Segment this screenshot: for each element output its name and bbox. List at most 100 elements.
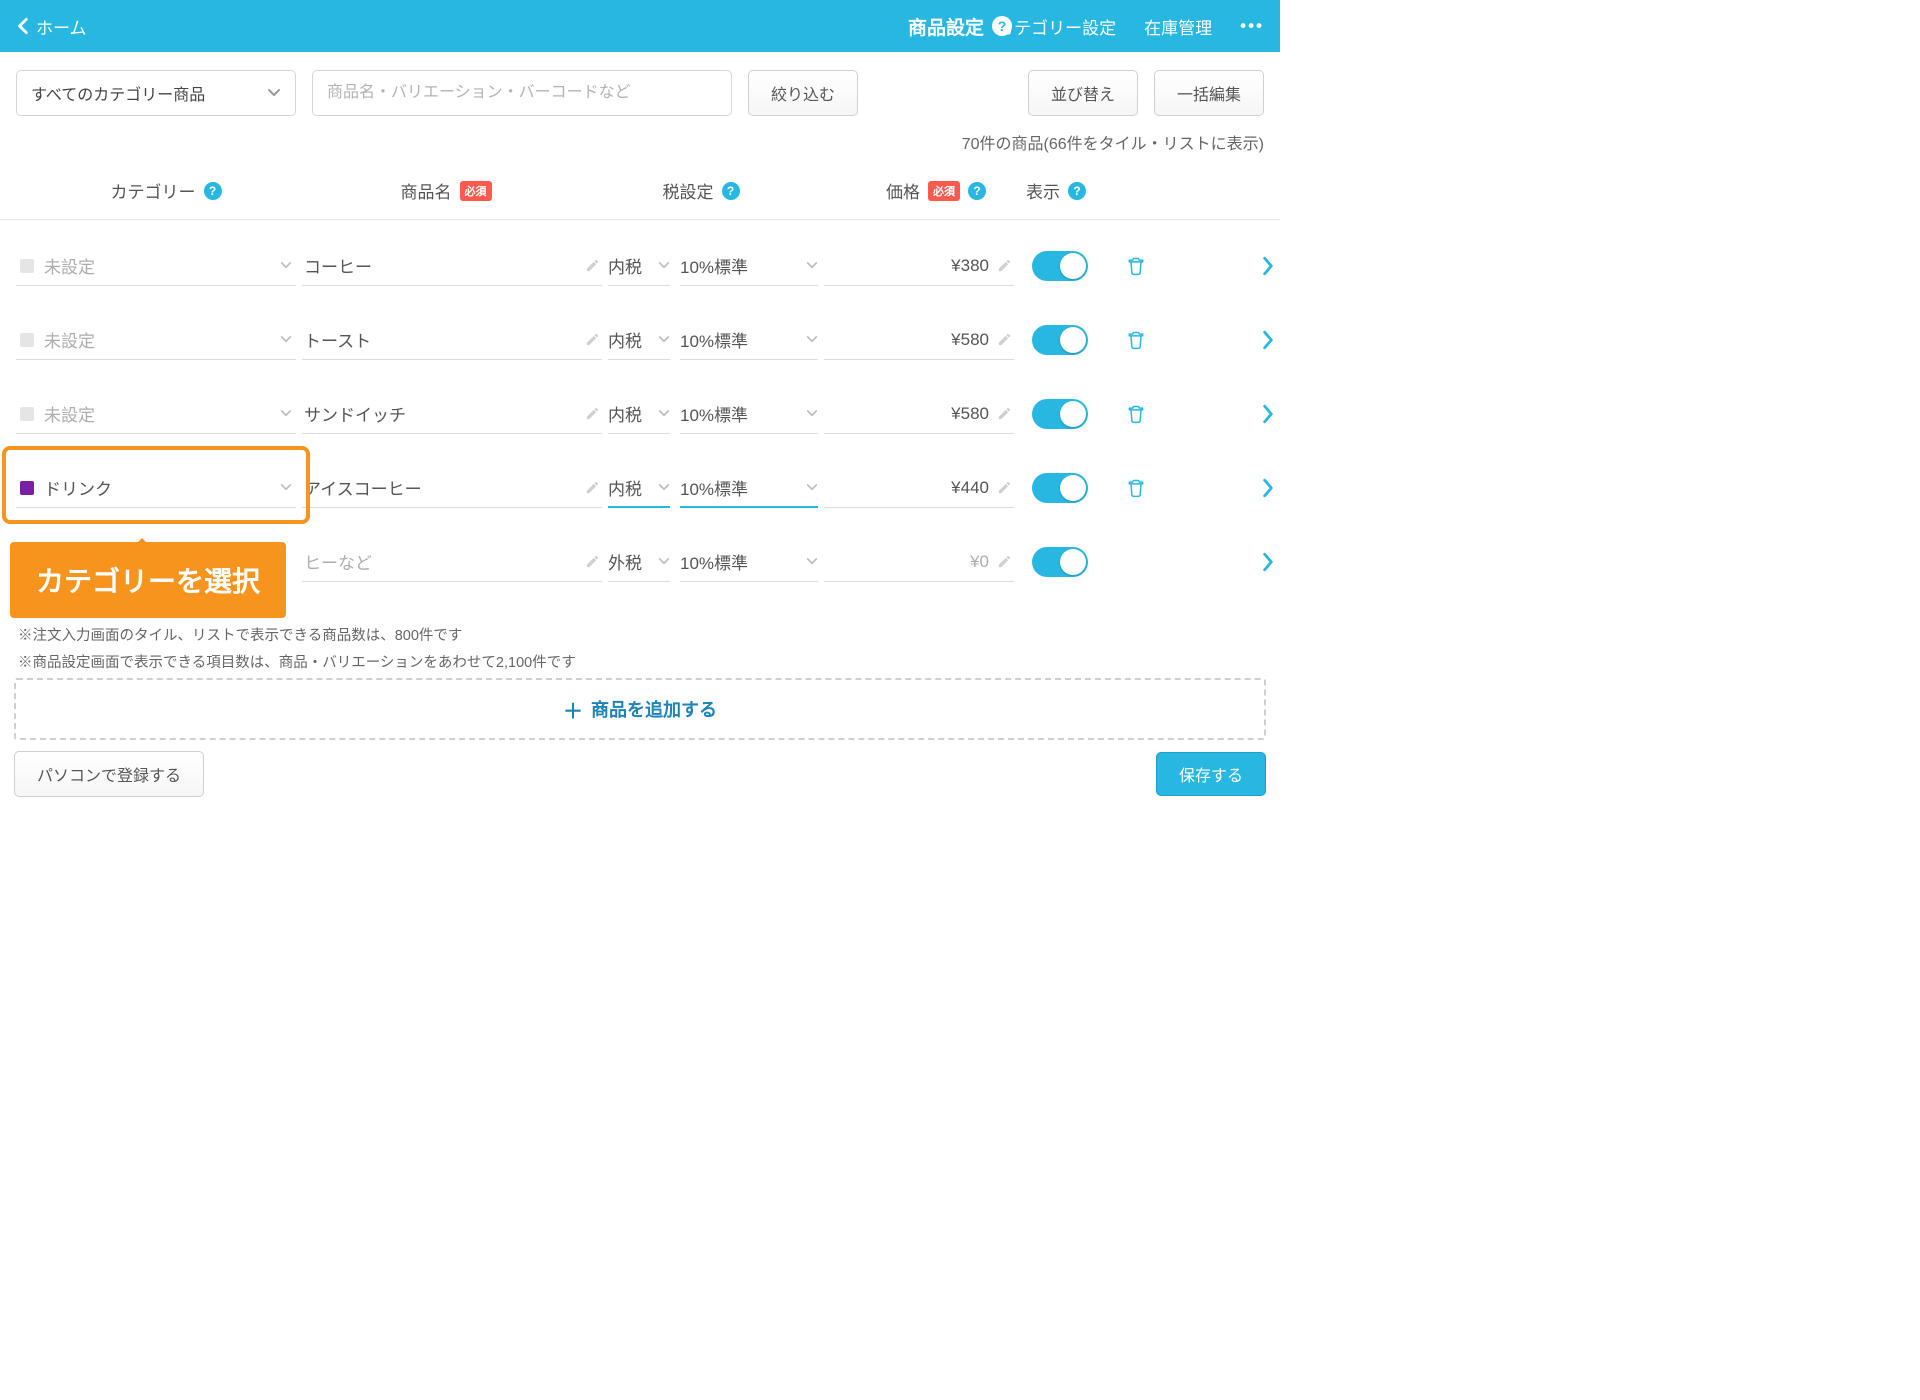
required-badge: 必須: [460, 181, 492, 201]
display-toggle[interactable]: [1032, 547, 1088, 577]
tax-type-select[interactable]: 内税: [608, 468, 670, 508]
chevron-down-icon: [658, 335, 670, 344]
note-line: ※商品設定画面で表示できる項目数は、商品・バリエーションをあわせて2,100件で…: [18, 650, 658, 677]
chevron-right-icon[interactable]: [1258, 478, 1278, 498]
display-toggle[interactable]: [1032, 251, 1088, 281]
tax-rate-select[interactable]: 10%標準: [680, 246, 818, 286]
display-toggle[interactable]: [1032, 325, 1088, 355]
table-row: 未設定コーヒー 内税10%標準¥380: [0, 220, 1280, 294]
category-select[interactable]: 未設定: [16, 394, 296, 434]
callout-tooltip: カテゴリーを選択: [10, 542, 286, 618]
table-row: 未設定 トースト 内税10%標準¥580: [0, 294, 1280, 368]
price-field[interactable]: ¥0: [824, 542, 1014, 582]
bottom-bar: パソコンで登録する 保存する: [0, 733, 1280, 813]
col-name: 商品名 必須: [296, 178, 596, 203]
tax-rate-select[interactable]: 10%標準: [680, 468, 818, 508]
product-name-field[interactable]: アイスコーヒー: [302, 468, 602, 508]
save-button[interactable]: 保存する: [1156, 752, 1266, 796]
back-button[interactable]: ホーム: [16, 14, 87, 39]
more-menu-icon[interactable]: •••: [1240, 16, 1264, 36]
chevron-down-icon: [280, 483, 292, 492]
category-color-swatch: [20, 333, 34, 347]
category-filter-select[interactable]: すべてのカテゴリー商品: [16, 70, 296, 116]
tax-rate-select[interactable]: 10%標準: [680, 394, 818, 434]
price-field[interactable]: ¥580: [824, 320, 1014, 360]
chevron-down-icon: [806, 557, 818, 566]
help-icon[interactable]: ?: [968, 182, 986, 200]
product-name-text: アイスコーヒー: [304, 475, 422, 500]
help-icon[interactable]: ?: [204, 182, 222, 200]
table-row: ドリンクアイスコーヒー 内税10%標準 ¥440: [0, 442, 1280, 516]
product-name-field[interactable]: サンドイッチ: [302, 394, 602, 434]
search-input[interactable]: [312, 70, 732, 116]
chevron-right-icon[interactable]: [1258, 552, 1278, 572]
tax-rate-select[interactable]: 10%標準: [680, 320, 818, 360]
category-select[interactable]: 未設定: [16, 320, 296, 360]
tax-type-select[interactable]: 外税: [608, 542, 670, 582]
tax-rate-select[interactable]: 10%標準: [680, 542, 818, 582]
product-name-field[interactable]: ヒーなど: [302, 542, 602, 582]
category-select[interactable]: 未設定: [16, 246, 296, 286]
trash-icon[interactable]: [1126, 404, 1146, 424]
price-field[interactable]: ¥580: [824, 394, 1014, 434]
pencil-icon: [585, 406, 600, 421]
nav-category-settings[interactable]: カテゴリー設定: [997, 14, 1116, 39]
pencil-icon: [997, 554, 1012, 569]
narrow-button[interactable]: 絞り込む: [748, 70, 858, 116]
category-select[interactable]: ドリンク: [16, 468, 296, 508]
chevron-down-icon: [806, 335, 818, 344]
chevron-down-icon: [280, 335, 292, 344]
pc-register-button[interactable]: パソコンで登録する: [14, 751, 204, 797]
col-tax: 税設定 ?: [596, 178, 806, 203]
filter-bar: すべてのカテゴリー商品 絞り込む 並び替え 一括編集: [0, 52, 1280, 130]
chevron-right-icon[interactable]: [1258, 256, 1278, 276]
tax-type-select[interactable]: 内税: [608, 394, 670, 434]
sort-button[interactable]: 並び替え: [1028, 70, 1138, 116]
header-actions: カテゴリー設定 在庫管理 •••: [997, 14, 1264, 39]
chevron-down-icon: [806, 261, 818, 270]
product-name-field[interactable]: トースト: [302, 320, 602, 360]
help-icon[interactable]: ?: [992, 16, 1012, 36]
plus-icon: ＋: [563, 695, 583, 724]
product-name-field[interactable]: コーヒー: [302, 246, 602, 286]
price-text: ¥440: [951, 478, 989, 498]
add-product-button[interactable]: ＋ 商品を追加する: [14, 678, 1266, 740]
display-toggle[interactable]: [1032, 399, 1088, 429]
category-label: 未設定: [44, 327, 270, 352]
chevron-right-icon[interactable]: [1258, 404, 1278, 424]
product-name-text: トースト: [304, 327, 371, 352]
col-price: 価格 必須 ?: [806, 178, 996, 203]
pencil-icon: [585, 258, 600, 273]
note-line: ※注文入力画面のタイル、リストで表示できる商品数は、800件です: [18, 623, 1262, 650]
app-header: ホーム 商品設定 ? カテゴリー設定 在庫管理 •••: [0, 0, 1280, 52]
chevron-right-icon[interactable]: [1258, 330, 1278, 350]
chevron-down-icon: [658, 261, 670, 270]
pencil-icon: [997, 480, 1012, 495]
product-rows: 未設定コーヒー内税10%標準¥380未設定トースト内税10%標準¥580未設定サ…: [0, 220, 1280, 590]
pencil-icon: [997, 258, 1012, 273]
chevron-down-icon: [658, 483, 670, 492]
help-icon[interactable]: ?: [722, 182, 740, 200]
page-title: 商品設定 ?: [908, 13, 1012, 40]
trash-icon[interactable]: [1126, 478, 1146, 498]
back-label: ホーム: [36, 14, 87, 39]
tax-type-select[interactable]: 内税: [608, 320, 670, 360]
chevron-down-icon: [658, 409, 670, 418]
trash-icon[interactable]: [1126, 256, 1146, 276]
bulk-edit-button[interactable]: 一括編集: [1154, 70, 1264, 116]
chevron-down-icon: [280, 261, 292, 270]
price-field[interactable]: ¥380: [824, 246, 1014, 286]
required-badge: 必須: [928, 181, 960, 201]
pencil-icon: [997, 406, 1012, 421]
category-color-swatch: [20, 481, 34, 495]
trash-icon[interactable]: [1126, 330, 1146, 350]
col-category: カテゴリー ?: [16, 178, 296, 203]
price-field[interactable]: ¥440: [824, 468, 1014, 508]
nav-stock-management[interactable]: 在庫管理: [1144, 14, 1212, 39]
display-toggle[interactable]: [1032, 473, 1088, 503]
product-name-text: コーヒー: [304, 253, 372, 278]
category-color-swatch: [20, 407, 34, 421]
column-header: カテゴリー ? 商品名 必須 税設定 ? 価格 必須 ? 表示 ?: [0, 164, 1280, 220]
tax-type-select[interactable]: 内税: [608, 246, 670, 286]
help-icon[interactable]: ?: [1068, 182, 1086, 200]
